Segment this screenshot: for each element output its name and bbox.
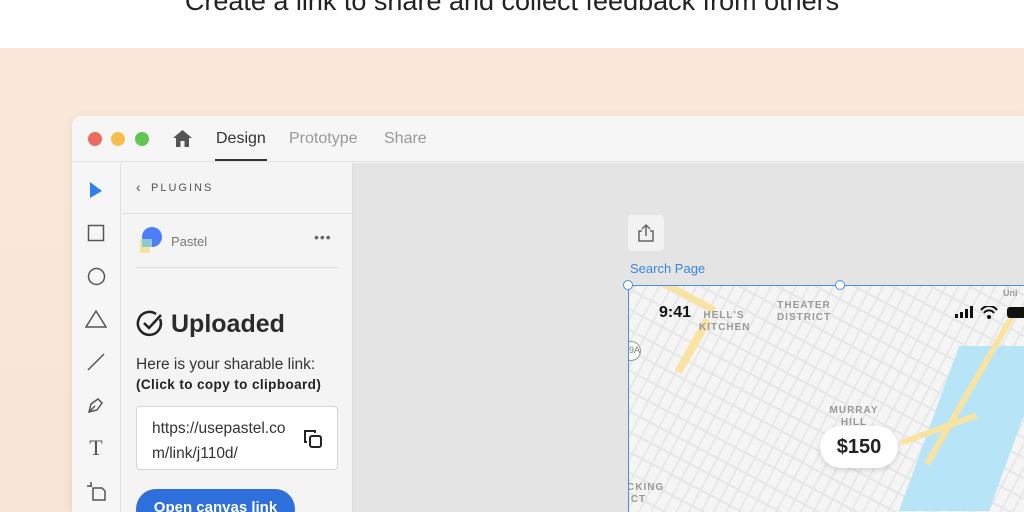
tab-prototype[interactable]: Prototype <box>289 130 357 148</box>
plugin-panel: ‹ PLUGINS Pastel ••• Uploaded Here is yo… <box>122 163 353 512</box>
plugin-name: Pastel <box>171 234 208 249</box>
share-artboard-button[interactable] <box>628 215 664 251</box>
share-text: Here is your sharable link: <box>136 356 316 373</box>
artboard-tool-icon[interactable] <box>84 479 108 503</box>
map-label: Uni <box>1003 288 1018 298</box>
tab-design[interactable]: Design <box>215 130 267 161</box>
status-time: 9:41 <box>659 304 692 321</box>
plugins-back-button[interactable]: ‹ PLUGINS <box>122 163 352 214</box>
rectangle-tool-icon[interactable] <box>84 221 108 245</box>
upload-status: Uploaded <box>171 310 285 338</box>
map-label: CKING ICT <box>628 482 665 505</box>
map-label: THEATER DISTRICT <box>776 300 832 323</box>
headline: Create a link to share and collect feedb… <box>184 0 840 16</box>
open-canvas-link-button[interactable]: Open canvas link <box>136 489 295 512</box>
close-button[interactable] <box>88 132 102 146</box>
route-marker: 9A <box>629 341 641 361</box>
pen-tool-icon[interactable] <box>84 393 108 417</box>
maximize-button[interactable] <box>135 132 149 146</box>
share-link-field[interactable]: https://usepastel.com/link/j110d/ <box>136 406 338 470</box>
resize-handle[interactable] <box>835 280 845 290</box>
share-icon <box>638 223 654 242</box>
triangle-tool-icon[interactable] <box>84 307 108 331</box>
copy-icon[interactable] <box>303 429 323 449</box>
copy-hint: (Click to copy to clipboard) <box>136 377 322 392</box>
home-icon[interactable] <box>172 129 193 148</box>
map-water <box>898 346 1024 511</box>
header-band: Create a link to share and collect feedb… <box>0 0 1024 48</box>
pastel-logo-icon <box>140 227 162 253</box>
ellipse-tool-icon[interactable] <box>84 264 108 288</box>
design-canvas[interactable]: Search Page 9:41 HELL'S KITCHEN THEATER … <box>353 163 1024 512</box>
text-tool-icon[interactable]: T <box>84 435 108 460</box>
map-label: HELL'S KITCHEN <box>699 310 751 333</box>
share-link[interactable]: https://usepastel.com/link/j110d/ <box>152 416 292 466</box>
artboard-search-page[interactable]: 9:41 HELL'S KITCHEN THEATER DISTRICT MUR… <box>628 285 1024 512</box>
resize-handle[interactable] <box>623 280 633 290</box>
divider <box>136 267 338 268</box>
chevron-left-icon: ‹ <box>136 179 141 195</box>
title-bar: Design Prototype Share <box>72 116 1024 162</box>
app-window: Design Prototype Share T ‹ PLUGINS Paste… <box>72 116 1024 512</box>
price-marker[interactable]: $150 <box>820 426 898 468</box>
artboard-label[interactable]: Search Page <box>630 261 705 276</box>
minimize-button[interactable] <box>111 132 125 146</box>
toolbar: T <box>72 163 121 512</box>
status-icons <box>955 306 1024 319</box>
tab-share[interactable]: Share <box>384 130 427 148</box>
more-options-button[interactable]: ••• <box>314 229 332 245</box>
select-tool-icon[interactable] <box>84 178 108 202</box>
line-tool-icon[interactable] <box>84 350 108 374</box>
plugins-label: PLUGINS <box>151 182 214 194</box>
check-circle-icon <box>136 310 163 337</box>
